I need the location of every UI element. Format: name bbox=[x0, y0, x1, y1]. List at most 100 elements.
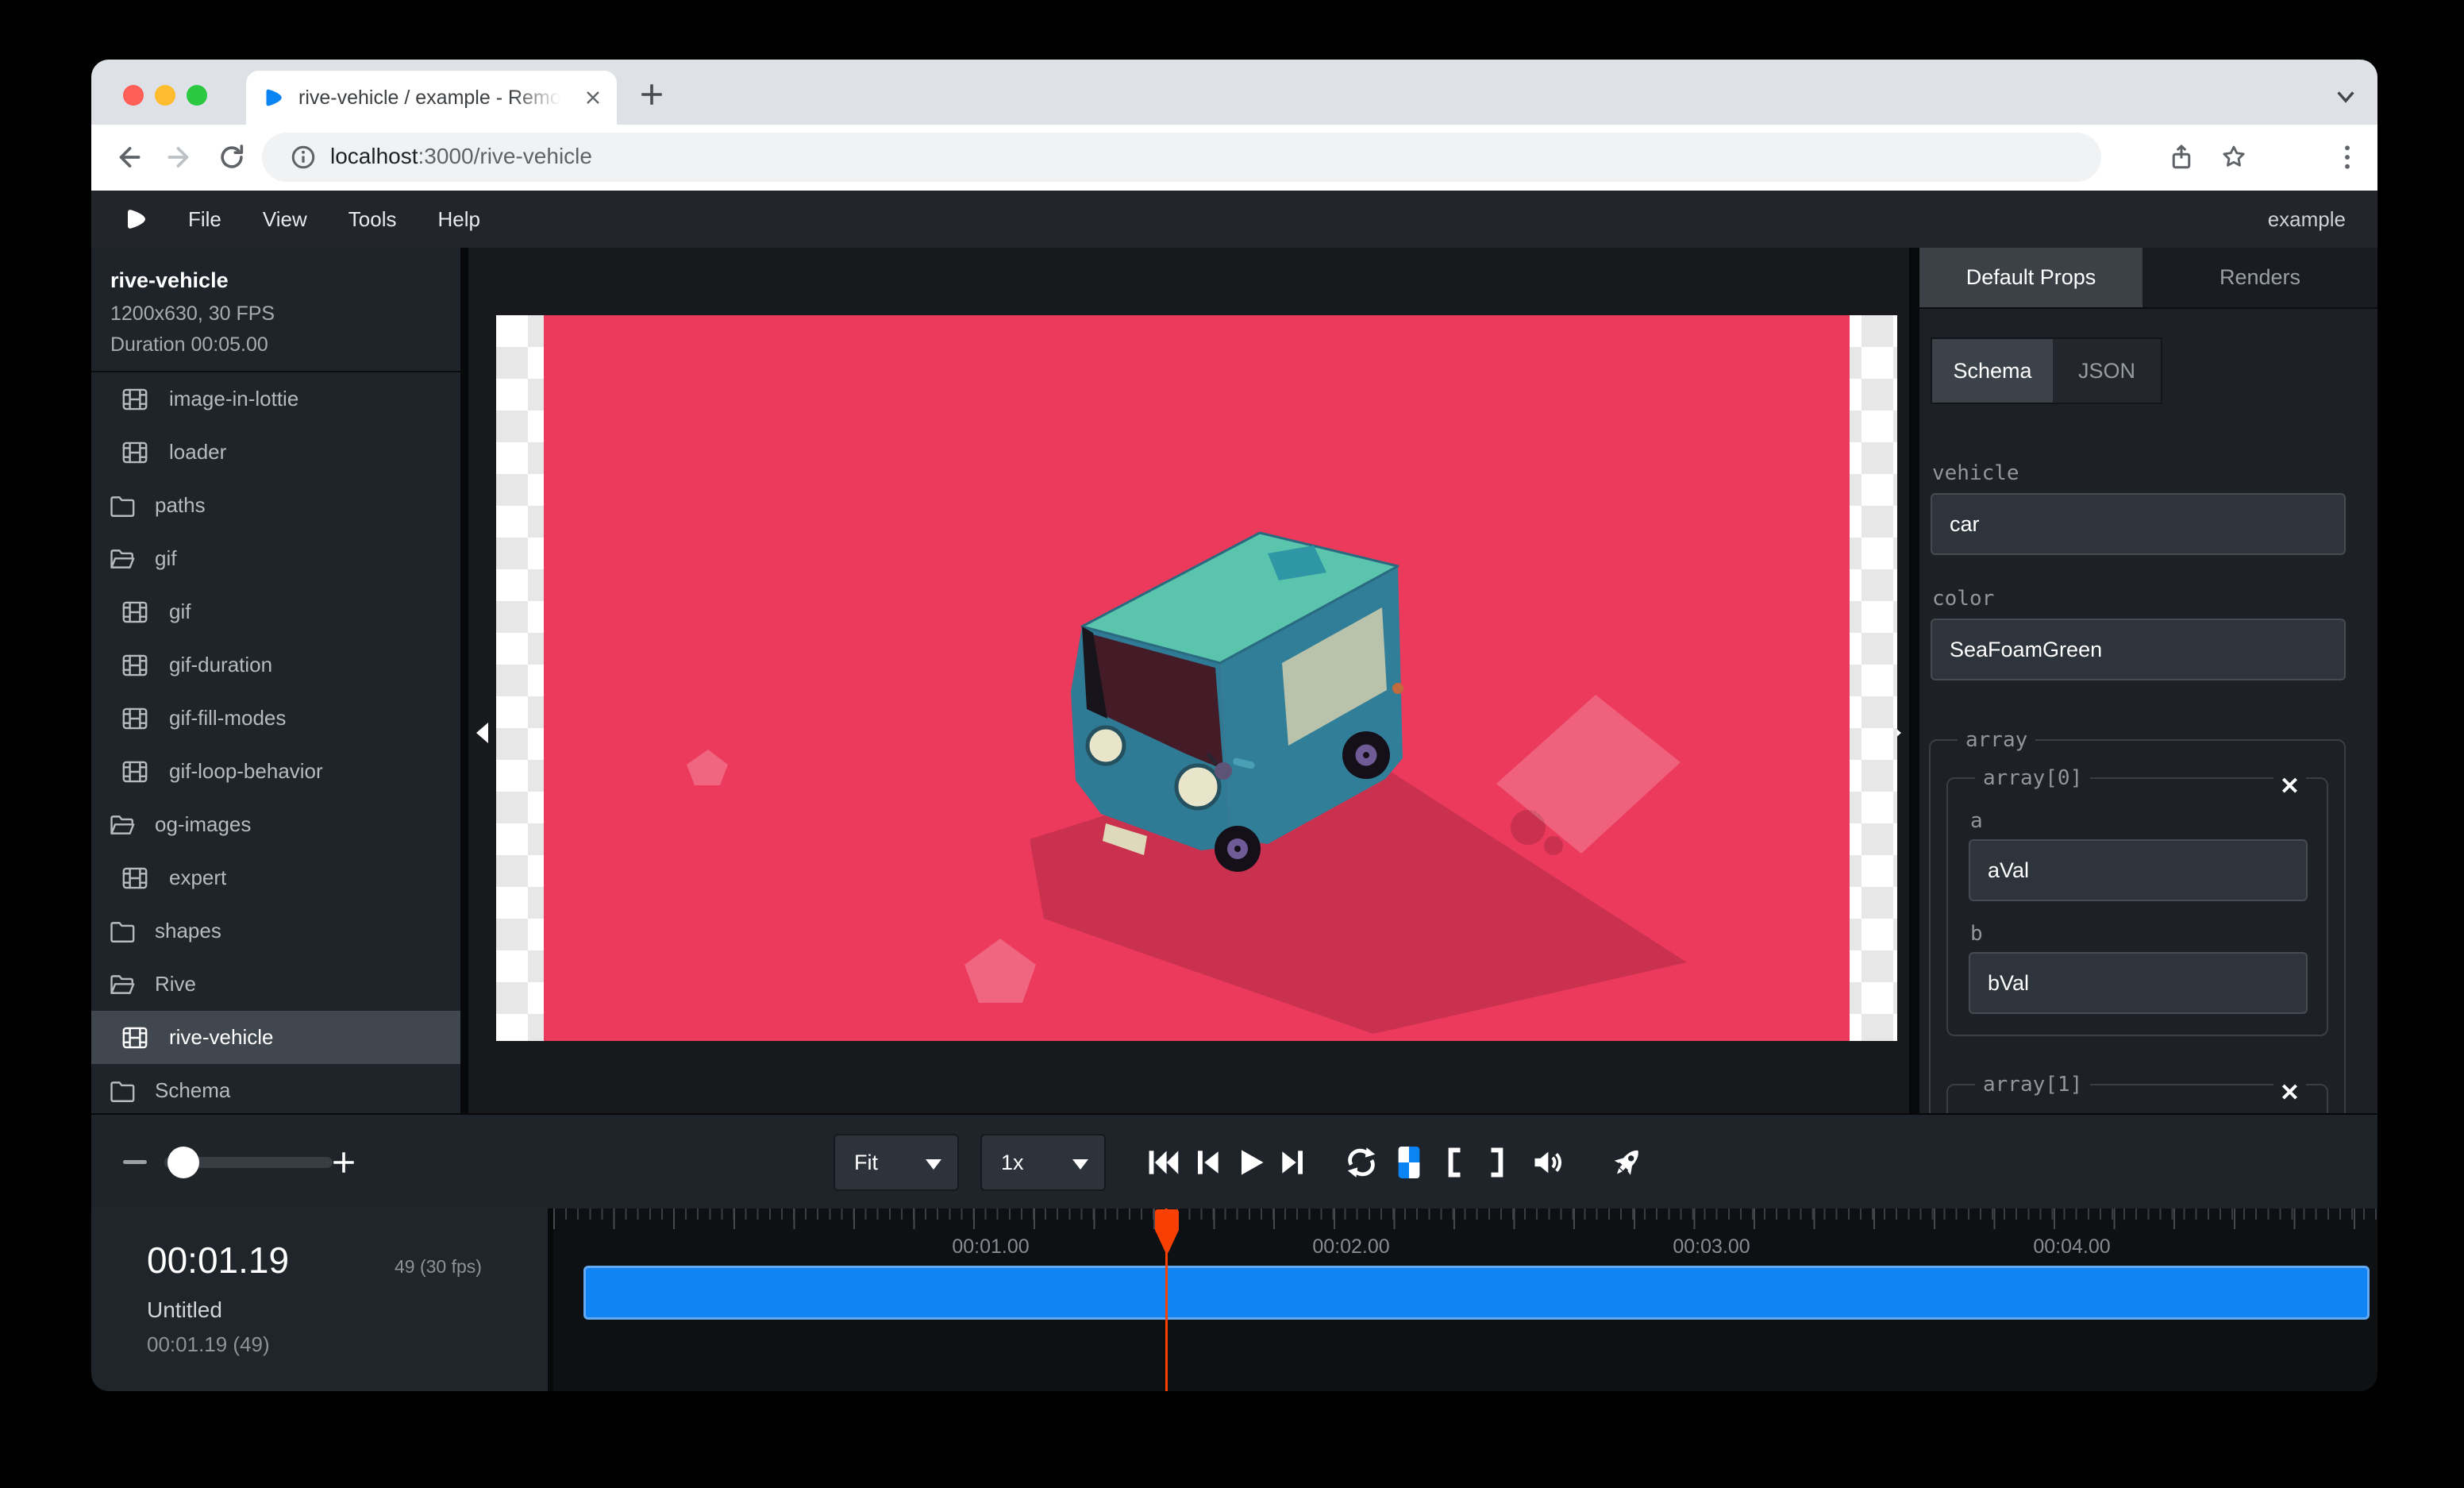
tab-title: rive-vehicle / example - Remoti bbox=[298, 87, 560, 110]
film-icon bbox=[121, 1024, 148, 1051]
b-field-input[interactable]: bVal bbox=[1969, 952, 2308, 1014]
loop-icon bbox=[1344, 1145, 1379, 1180]
browser-tab[interactable]: rive-vehicle / example - Remoti bbox=[246, 71, 617, 125]
jump-to-start-icon bbox=[1145, 1145, 1180, 1180]
tab-schema[interactable]: Schema bbox=[1932, 339, 2053, 403]
main-content: rive-vehicle 1200x630, 30 FPS Duration 0… bbox=[91, 248, 2377, 1113]
menu-tools[interactable]: Tools bbox=[348, 207, 397, 232]
fullscreen-window-button[interactable] bbox=[187, 85, 207, 106]
film-icon bbox=[121, 705, 148, 732]
address-bar[interactable]: localhost:3000/rive-vehicle bbox=[262, 133, 2101, 182]
menu-file[interactable]: File bbox=[188, 207, 221, 232]
share-icon[interactable] bbox=[2167, 143, 2196, 172]
zoom-out-button[interactable] bbox=[123, 1160, 147, 1164]
url-text[interactable]: localhost:3000/rive-vehicle bbox=[330, 144, 592, 169]
current-frame-display: 49 (30 fps) bbox=[395, 1256, 482, 1278]
sidebar-item-gif-loop-behavior[interactable]: gif-loop-behavior bbox=[91, 745, 460, 798]
film-icon bbox=[121, 439, 148, 466]
tab-json[interactable]: JSON bbox=[2053, 339, 2161, 403]
new-tab-button[interactable] bbox=[637, 80, 666, 109]
playhead-marker[interactable] bbox=[1154, 1209, 1180, 1255]
timeline: 00:01.19 49 (30 fps) Untitled 00:01.19 (… bbox=[91, 1209, 2377, 1391]
a-field-label: a bbox=[1970, 809, 2312, 833]
array-item-0-fieldset: array[0] ✕ a aVal b bVal bbox=[1946, 766, 2328, 1036]
project-label: example bbox=[2268, 207, 2346, 232]
tab-search-chevron-icon[interactable] bbox=[2333, 88, 2358, 107]
folder-open-icon bbox=[109, 545, 136, 572]
browser-toolbar: localhost:3000/rive-vehicle bbox=[91, 125, 2377, 191]
composition-canvas[interactable] bbox=[544, 315, 1850, 1041]
remove-array-item-1-button[interactable]: ✕ bbox=[2273, 1079, 2306, 1108]
props-panel: Default Props Renders Schema JSON vehicl… bbox=[1919, 248, 2377, 1113]
remove-array-item-0-button[interactable]: ✕ bbox=[2273, 773, 2306, 801]
props-panel-content: Schema JSON vehicle car color SeaFoamGre… bbox=[1919, 310, 2377, 1113]
sidebar-folder-gif[interactable]: gif bbox=[91, 532, 460, 585]
sidebar-item-gif[interactable]: gif bbox=[91, 585, 460, 638]
zoom-slider-handle[interactable] bbox=[167, 1147, 199, 1178]
sidebar-item-gif-duration[interactable]: gif-duration bbox=[91, 638, 460, 692]
tab-close-icon[interactable] bbox=[582, 87, 604, 109]
minimize-window-button[interactable] bbox=[155, 85, 175, 106]
back-icon[interactable] bbox=[114, 142, 144, 172]
playback-speed-dropdown[interactable]: 1x bbox=[980, 1134, 1106, 1191]
timeline-tracks-area[interactable]: 00:01.00 00:02.00 00:03.00 00:04.00 bbox=[553, 1209, 2377, 1391]
sidebar-folder-shapes[interactable]: shapes bbox=[91, 904, 460, 958]
timeline-track-bar[interactable] bbox=[583, 1266, 2370, 1320]
array-item-1-fieldset: array[1] ✕ a secA b bbox=[1946, 1073, 2328, 1113]
sidebar-folder-schema[interactable]: Schema bbox=[91, 1064, 460, 1113]
set-in-point-button[interactable] bbox=[1438, 1145, 1473, 1180]
forward-icon[interactable] bbox=[164, 142, 194, 172]
color-field-input[interactable]: SeaFoamGreen bbox=[1931, 619, 2346, 680]
browser-menu-icon[interactable] bbox=[2333, 142, 2362, 172]
render-button[interactable] bbox=[1610, 1145, 1645, 1180]
zoom-in-button[interactable] bbox=[329, 1148, 358, 1177]
chevron-down-icon bbox=[926, 1159, 941, 1170]
sidebar-folder-paths[interactable]: paths bbox=[91, 479, 460, 532]
in-bracket-icon bbox=[1438, 1145, 1473, 1180]
jump-to-start-button[interactable] bbox=[1145, 1145, 1180, 1180]
previous-frame-button[interactable] bbox=[1189, 1145, 1224, 1180]
props-panel-tabs: Default Props Renders bbox=[1919, 248, 2377, 309]
folder-open-icon bbox=[109, 811, 136, 838]
chevron-down-icon bbox=[1072, 1159, 1088, 1170]
sidebar-folder-og-images[interactable]: og-images bbox=[91, 798, 460, 851]
track-name[interactable]: Untitled bbox=[147, 1297, 222, 1323]
remotion-logo-icon[interactable] bbox=[125, 206, 150, 232]
transparency-checkerboard bbox=[496, 315, 1897, 1041]
play-button[interactable] bbox=[1233, 1145, 1268, 1180]
film-icon bbox=[121, 599, 148, 626]
menu-view[interactable]: View bbox=[263, 207, 307, 232]
play-icon bbox=[1233, 1145, 1268, 1180]
checkerboard-icon bbox=[1393, 1145, 1425, 1180]
sidebar-folder-rive[interactable]: Rive bbox=[91, 958, 460, 1011]
sidebar-item-expert[interactable]: expert bbox=[91, 851, 460, 904]
loop-toggle-button[interactable] bbox=[1344, 1145, 1379, 1180]
next-frame-button[interactable] bbox=[1276, 1145, 1311, 1180]
tab-default-props[interactable]: Default Props bbox=[1919, 248, 2143, 307]
previous-frame-icon bbox=[1189, 1145, 1224, 1180]
a-field-input[interactable]: aVal bbox=[1969, 839, 2308, 901]
menu-help[interactable]: Help bbox=[438, 207, 480, 232]
timeline-info-panel: 00:01.19 49 (30 fps) Untitled 00:01.19 (… bbox=[91, 1209, 548, 1391]
ruler-label: 00:01.00 bbox=[952, 1236, 1029, 1259]
studio-menu-bar: File View Tools Help example bbox=[91, 191, 2377, 248]
sidebar-item-rive-vehicle[interactable]: rive-vehicle bbox=[91, 1011, 460, 1064]
tab-renders[interactable]: Renders bbox=[2143, 248, 2377, 307]
close-window-button[interactable] bbox=[123, 85, 144, 106]
sidebar-item-loader[interactable]: loader bbox=[91, 426, 460, 479]
canvas-size-dropdown[interactable]: Fit bbox=[834, 1134, 959, 1191]
vehicle-field-input[interactable]: car bbox=[1931, 493, 2346, 555]
transparency-toggle-button[interactable] bbox=[1393, 1145, 1425, 1180]
sidebar-item-image-in-lottie[interactable]: image-in-lottie bbox=[91, 372, 460, 426]
reload-icon[interactable] bbox=[217, 142, 247, 172]
volume-icon bbox=[1530, 1145, 1565, 1180]
collapse-sidebar-icon[interactable] bbox=[476, 723, 488, 743]
site-info-icon[interactable] bbox=[289, 143, 318, 172]
preview-panel bbox=[468, 248, 1909, 1113]
sidebar-item-gif-fill-modes[interactable]: gif-fill-modes bbox=[91, 692, 460, 745]
bookmark-star-icon[interactable] bbox=[2220, 143, 2248, 172]
rocket-icon bbox=[1610, 1145, 1645, 1180]
set-out-point-button[interactable] bbox=[1478, 1145, 1513, 1180]
composition-duration: Duration 00:05.00 bbox=[110, 333, 460, 357]
mute-button[interactable] bbox=[1530, 1145, 1565, 1180]
